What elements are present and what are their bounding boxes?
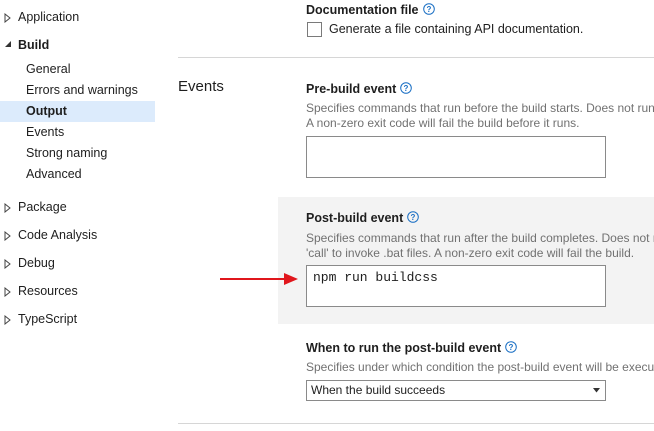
sidebar-item-advanced[interactable]: Advanced xyxy=(0,164,155,185)
sidebar-item-label: Events xyxy=(26,125,65,139)
post-build-event-title: Post-build event? xyxy=(306,211,420,225)
post-build-event-label: Post-build event xyxy=(306,211,404,225)
chevron-down-icon xyxy=(5,41,11,47)
post-build-event-description: Specifies commands that run after the bu… xyxy=(306,231,654,245)
sidebar-item-build[interactable]: Build xyxy=(0,35,155,56)
sidebar-item-debug[interactable]: Debug xyxy=(0,253,155,274)
sidebar-item-label: Debug xyxy=(18,256,55,270)
help-icon[interactable]: ? xyxy=(407,211,420,223)
events-section-title: Events xyxy=(178,78,224,95)
properties-panel: Documentation file? Generate a file cont… xyxy=(155,0,654,431)
documentation-file-label: Documentation file xyxy=(306,3,419,17)
chevron-down-icon xyxy=(593,388,600,393)
pre-build-event-input[interactable] xyxy=(306,136,606,178)
svg-text:?: ? xyxy=(426,5,431,14)
section-divider xyxy=(178,57,654,58)
sidebar-item-strong-naming[interactable]: Strong naming xyxy=(0,143,155,164)
documentation-file-checkbox-label[interactable]: Generate a file containing API documenta… xyxy=(329,22,583,36)
documentation-file-title: Documentation file? xyxy=(306,3,435,17)
chevron-right-icon xyxy=(4,259,11,269)
post-build-event-description-2: 'call' to invoke .bat files. A non-zero … xyxy=(306,246,635,260)
svg-text:?: ? xyxy=(411,213,416,222)
sidebar-item-application[interactable]: Application xyxy=(0,7,155,28)
sidebar-item-label: Build xyxy=(18,38,50,52)
chevron-right-icon xyxy=(4,203,11,213)
sidebar-item-label: Package xyxy=(18,200,67,214)
svg-text:?: ? xyxy=(404,84,409,93)
sidebar-item-general[interactable]: General xyxy=(0,59,155,80)
sidebar-item-package[interactable]: Package xyxy=(0,197,155,218)
run-post-build-title: When to run the post-build event? xyxy=(306,341,517,355)
sidebar-item-label: General xyxy=(26,62,71,76)
pre-build-event-description: Specifies commands that run before the b… xyxy=(306,101,654,115)
sidebar-item-output[interactable]: Output xyxy=(0,101,155,122)
pre-build-event-label: Pre-build event xyxy=(306,82,397,96)
help-icon[interactable]: ? xyxy=(422,3,435,15)
sidebar-item-code-analysis[interactable]: Code Analysis xyxy=(0,225,155,246)
chevron-right-icon xyxy=(4,231,11,241)
run-post-build-selected: When the build succeeds xyxy=(311,383,446,397)
sidebar-item-typescript[interactable]: TypeScript xyxy=(0,309,155,330)
post-build-event-input[interactable]: npm run buildcss xyxy=(306,265,606,307)
documentation-file-checkbox[interactable] xyxy=(307,22,322,37)
run-post-build-dropdown[interactable]: When the build succeeds xyxy=(306,380,606,401)
sidebar-item-label: Code Analysis xyxy=(18,228,98,242)
pre-build-event-description-2: A non-zero exit code will fail the build… xyxy=(306,116,580,130)
chevron-right-icon xyxy=(4,287,11,297)
chevron-right-icon xyxy=(4,13,11,23)
svg-text:?: ? xyxy=(509,343,514,352)
pre-build-event-title: Pre-build event? xyxy=(306,82,413,96)
help-icon[interactable]: ? xyxy=(505,341,517,353)
sidebar-item-errors-and-warnings[interactable]: Errors and warnings xyxy=(0,80,155,101)
chevron-right-icon xyxy=(4,315,11,325)
run-post-build-description: Specifies under which condition the post… xyxy=(306,360,654,374)
sidebar-item-label: Strong naming xyxy=(26,146,108,160)
sidebar-item-label: Advanced xyxy=(26,167,82,181)
annotation-arrow-icon xyxy=(220,273,298,285)
sidebar-item-label: Output xyxy=(26,104,67,118)
sidebar-nav: Application Build General Errors and war… xyxy=(0,0,155,431)
sidebar-item-label: Application xyxy=(18,10,80,24)
sidebar-item-resources[interactable]: Resources xyxy=(0,281,155,302)
sidebar-item-label: Resources xyxy=(18,284,78,298)
section-divider xyxy=(178,423,654,424)
help-icon[interactable]: ? xyxy=(400,82,413,94)
sidebar-item-label: TypeScript xyxy=(18,312,78,326)
sidebar-item-events[interactable]: Events xyxy=(0,122,155,143)
run-post-build-label: When to run the post-build event xyxy=(306,341,502,355)
sidebar-item-label: Errors and warnings xyxy=(26,83,138,97)
